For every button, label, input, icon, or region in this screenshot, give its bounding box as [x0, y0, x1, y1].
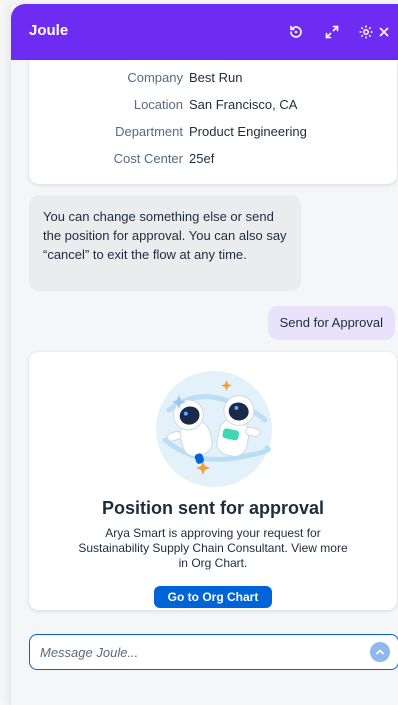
- history-button[interactable]: [285, 21, 307, 43]
- expand-icon: [325, 25, 339, 39]
- detail-label: Company: [127, 70, 183, 85]
- approval-success-card: Position sent for approval Arya Smart is…: [29, 352, 397, 610]
- astronauts-illustration: [156, 371, 272, 487]
- settings-icon: [359, 25, 373, 39]
- detail-value: 25ef: [189, 151, 215, 166]
- user-message: Send for Approval: [267, 306, 395, 340]
- close-icon: [379, 27, 389, 37]
- detail-value: Best Run: [189, 70, 243, 85]
- detail-label: Location: [133, 97, 183, 112]
- go-to-org-chart-button[interactable]: Go to Org Chart: [154, 586, 272, 608]
- expand-button[interactable]: [321, 21, 343, 43]
- detail-row-location: Location San Francisco, CA: [29, 97, 397, 117]
- joule-panel: Joule Company Best Run Location San Fran…: [10, 4, 398, 705]
- success-title: Position sent for approval: [101, 498, 325, 518]
- bot-message: You can change something else or send th…: [29, 195, 301, 291]
- success-description: Arya Smart is approving your request for…: [78, 526, 348, 570]
- detail-value: Product Engineering: [189, 124, 307, 139]
- detail-value: San Francisco, CA: [189, 97, 298, 112]
- send-button[interactable]: [370, 642, 390, 662]
- panel-header: Joule: [11, 4, 398, 60]
- history-icon: [290, 25, 302, 38]
- detail-row-department: Department Product Engineering: [29, 124, 397, 144]
- detail-label: Cost Center: [113, 151, 183, 166]
- message-composer: [29, 634, 398, 670]
- close-button[interactable]: [373, 21, 395, 43]
- detail-row-company: Company Best Run: [29, 70, 397, 90]
- panel-title: Joule: [29, 22, 69, 39]
- chevron-up-icon: [376, 649, 384, 655]
- message-input[interactable]: [40, 643, 360, 661]
- detail-label: Department: [115, 124, 183, 139]
- position-details-card: Company Best Run Location San Francisco,…: [29, 60, 397, 184]
- detail-row-cost-center: Cost Center 25ef: [29, 151, 397, 171]
